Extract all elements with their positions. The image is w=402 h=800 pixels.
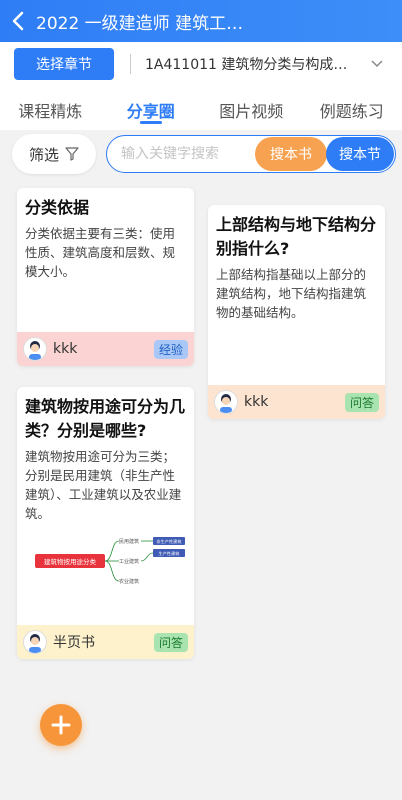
mindmap-branch: 民用建筑 xyxy=(119,538,139,545)
mindmap-leaf: 非生产性建筑 xyxy=(156,538,182,545)
filter-icon xyxy=(65,147,79,161)
username[interactable]: kkk xyxy=(53,341,154,357)
card-title: 分类依据 xyxy=(25,198,90,217)
top-bar: 2022 一级建造师 建筑工… xyxy=(0,0,402,42)
search-input[interactable] xyxy=(107,146,247,162)
search-section-button[interactable]: 搜本节 xyxy=(326,137,394,171)
avatar[interactable] xyxy=(23,630,47,654)
username[interactable]: kkk xyxy=(244,394,345,410)
mindmap-leaf: 生产性建筑 xyxy=(159,550,181,557)
filter-button[interactable]: 筛选 xyxy=(12,134,96,174)
tag-badge: 问答 xyxy=(344,392,379,412)
mindmap-root: 建筑物按用途分类 xyxy=(44,557,97,566)
tab-media[interactable]: 图片视频 xyxy=(201,86,302,130)
select-chapter-button[interactable]: 选择章节 xyxy=(14,48,114,80)
back-icon[interactable] xyxy=(0,0,36,42)
mindmap-branch: 工业建筑 xyxy=(119,558,139,565)
card-footer: 半页书 问答 xyxy=(17,625,194,659)
divider xyxy=(130,54,131,74)
avatar[interactable] xyxy=(23,337,47,361)
tab-course[interactable]: 课程精炼 xyxy=(0,86,101,130)
plus-icon xyxy=(51,715,71,735)
chapter-bar: 选择章节 1A411011 建筑物分类与构成… xyxy=(0,42,402,86)
card-footer: kkk 问答 xyxy=(208,385,385,419)
card-body: 分类依据主要有三类：使用性质、建筑高度和层数、规模大小。 xyxy=(25,226,176,279)
username[interactable]: 半页书 xyxy=(53,632,154,652)
mindmap-image[interactable]: 建筑物按用途分类 民用建筑 工业建筑 农业建筑 非生产性建筑 生产性建筑 xyxy=(17,527,194,597)
tab-share[interactable]: 分享圈 xyxy=(101,86,202,130)
add-post-button[interactable] xyxy=(40,704,82,746)
tag-badge: 经验 xyxy=(153,339,188,359)
share-card[interactable]: 建筑物按用途可分为几类？分别是哪些? 建筑物按用途可分为三类；分别是民用建筑（非… xyxy=(17,387,194,659)
filter-label: 筛选 xyxy=(28,145,59,164)
share-card[interactable]: 分类依据 分类依据主要有三类：使用性质、建筑高度和层数、规模大小。 kkk 经验 xyxy=(17,188,194,366)
card-title: 上部结构与地下结构分别指什么? xyxy=(216,215,377,258)
tag-badge: 问答 xyxy=(153,632,188,652)
search-book-button[interactable]: 搜本书 xyxy=(255,137,327,171)
current-chapter[interactable]: 1A411011 建筑物分类与构成… xyxy=(145,54,367,74)
search-box: 搜本书 搜本节 xyxy=(106,135,396,173)
filter-search-row: 筛选 搜本书 搜本节 xyxy=(0,130,402,178)
card-body: 上部结构指基础以上部分的建筑结构，地下结构指建筑物的基础结构。 xyxy=(216,267,367,320)
card-footer: kkk 经验 xyxy=(17,332,194,366)
mindmap-branch: 农业建筑 xyxy=(119,578,139,585)
card-title: 建筑物按用途可分为几类？分别是哪些? xyxy=(25,397,186,440)
share-card[interactable]: 上部结构与地下结构分别指什么? 上部结构指基础以上部分的建筑结构，地下结构指建筑… xyxy=(208,205,385,419)
tab-bar: 课程精炼 分享圈 图片视频 例题练习 xyxy=(0,86,402,130)
tab-exercises[interactable]: 例题练习 xyxy=(302,86,402,130)
avatar[interactable] xyxy=(214,390,238,414)
chevron-down-icon[interactable] xyxy=(369,56,385,72)
page-title: 2022 一级建造师 建筑工… xyxy=(36,13,244,34)
card-body: 建筑物按用途可分为三类；分别是民用建筑（非生产性建筑）、工业建筑以及农业建筑。 xyxy=(25,449,182,521)
